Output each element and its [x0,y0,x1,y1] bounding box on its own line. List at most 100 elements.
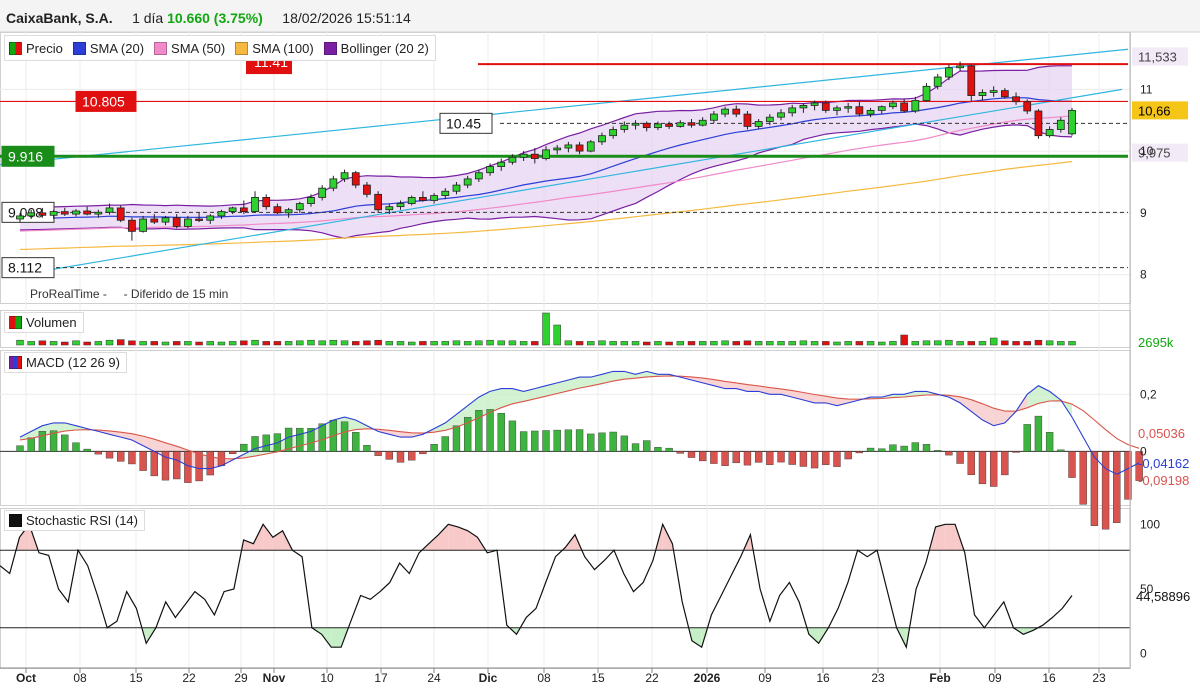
volume-bar [654,341,662,346]
volume-bar [508,340,517,346]
macd-histogram-bar [609,431,617,452]
volume-bar [385,341,394,346]
legend-item-precio[interactable]: Precio [5,41,69,56]
volume-bar [553,324,561,346]
macd-histogram-bar [676,451,684,454]
macd-histogram-bar [665,447,673,452]
sma20-swatch-icon [72,41,86,55]
volume-bar [900,334,908,346]
candle-body-up [810,102,819,106]
candle-body-up [698,119,707,126]
volume-bar [676,341,685,346]
volume-bar [878,341,886,346]
volume-bar [1057,341,1065,346]
candle-body-up [519,153,528,158]
candle [586,140,595,153]
volume-bar [340,340,349,346]
right-label-last-label: 10,66 [1138,103,1171,118]
macd-histogram-bar [989,451,998,487]
stoch-y-tick-label: 100 [1140,517,1160,531]
macd-histogram-bar [934,450,942,452]
candle-body-up [27,212,36,217]
sma100-swatch-icon [235,41,249,55]
x-tick-label: Feb [929,671,950,685]
volume-bar [967,341,975,346]
candle-body-up [620,124,629,130]
volume-bar [49,341,58,346]
volume-bar [721,340,729,346]
macd-histogram-bar [878,448,886,452]
candle-body-down [363,184,371,195]
volume-bar [128,340,136,346]
candle-body-up [754,121,763,127]
volume-bar [307,339,315,346]
candle-body-up [217,211,226,217]
candle-body-down [743,113,752,127]
volume-title[interactable]: Volumen [4,312,84,333]
volume-bar [240,340,248,346]
datetime: 18/02/2026 15:51:14 [282,10,411,26]
candle [1034,109,1043,139]
x-tick-label: 15 [591,671,605,685]
stoch-title[interactable]: Stochastic RSI (14) [4,510,145,531]
volume-bar [139,341,147,346]
candle-body-up [1045,129,1054,137]
volume-bar [1068,341,1076,346]
stoch-overbought-fill [438,524,449,551]
legend-item-sma100[interactable]: SMA (100) [231,41,319,56]
x-tick-label: 29 [234,671,248,685]
legend-label: Bollinger (20 2) [340,40,429,56]
candle-body-up [799,105,808,109]
macd-histogram-bar [945,451,953,456]
candle [116,205,125,223]
candle-body-up [318,187,327,198]
macd-histogram-bar [340,421,349,452]
macd-histogram-bar [240,443,248,452]
macd-histogram-bar [699,451,707,462]
legend-item-bollinger[interactable]: Bollinger (20 2) [320,41,435,56]
legend-item-sma20[interactable]: SMA (20) [69,41,150,56]
macd-histogram-bar [508,420,517,452]
candle-body-up [911,100,920,112]
x-tick-label: Dic [479,671,498,685]
y-tick-label: 8 [1140,268,1147,282]
macd-histogram-bar [1012,451,1020,453]
volume-bar [754,341,763,346]
candle-body-up [609,129,618,137]
macd-histogram-bar [866,447,875,452]
volume-bar [687,341,696,346]
macd-histogram-bar [654,447,662,452]
macd-histogram-bar [262,434,270,452]
macd-histogram-bar [788,451,796,465]
candle-body-down [687,122,696,126]
macd-histogram-bar [150,451,158,477]
x-tick-label: 17 [374,671,388,685]
legend-item-sma50[interactable]: SMA (50) [150,41,231,56]
macd-histogram-bar [956,451,964,464]
stoch-title-label: Stochastic RSI (14) [26,513,138,528]
candle-body-up [833,107,841,111]
volume-bar [620,341,629,346]
macd-histogram-bar [542,430,550,452]
macd-histogram-bar [978,451,987,485]
macd-right-signal: -0,09198 [1138,473,1189,488]
volume-bar [799,340,808,346]
volume-title-label: Volumen [26,315,77,330]
candle-body-up [542,149,550,159]
candle-body-down [732,108,741,115]
candle-body-up [307,197,315,204]
x-tick-label: 09 [988,671,1002,685]
macd-histogram-bar [922,444,931,452]
x-tick-label: Nov [263,671,286,685]
volume-bar [710,341,718,346]
candle-body-down [116,207,125,221]
macd-title[interactable]: MACD (12 26 9) [4,352,127,373]
volume-bar [855,341,864,346]
candle-body-up [1068,109,1076,135]
volume-bar [989,337,998,346]
candle [251,191,259,213]
candle-body-up [777,112,785,118]
candle-body-up [441,190,450,196]
volume-bar [407,341,416,346]
y-tick-label: 10 [1140,144,1154,158]
